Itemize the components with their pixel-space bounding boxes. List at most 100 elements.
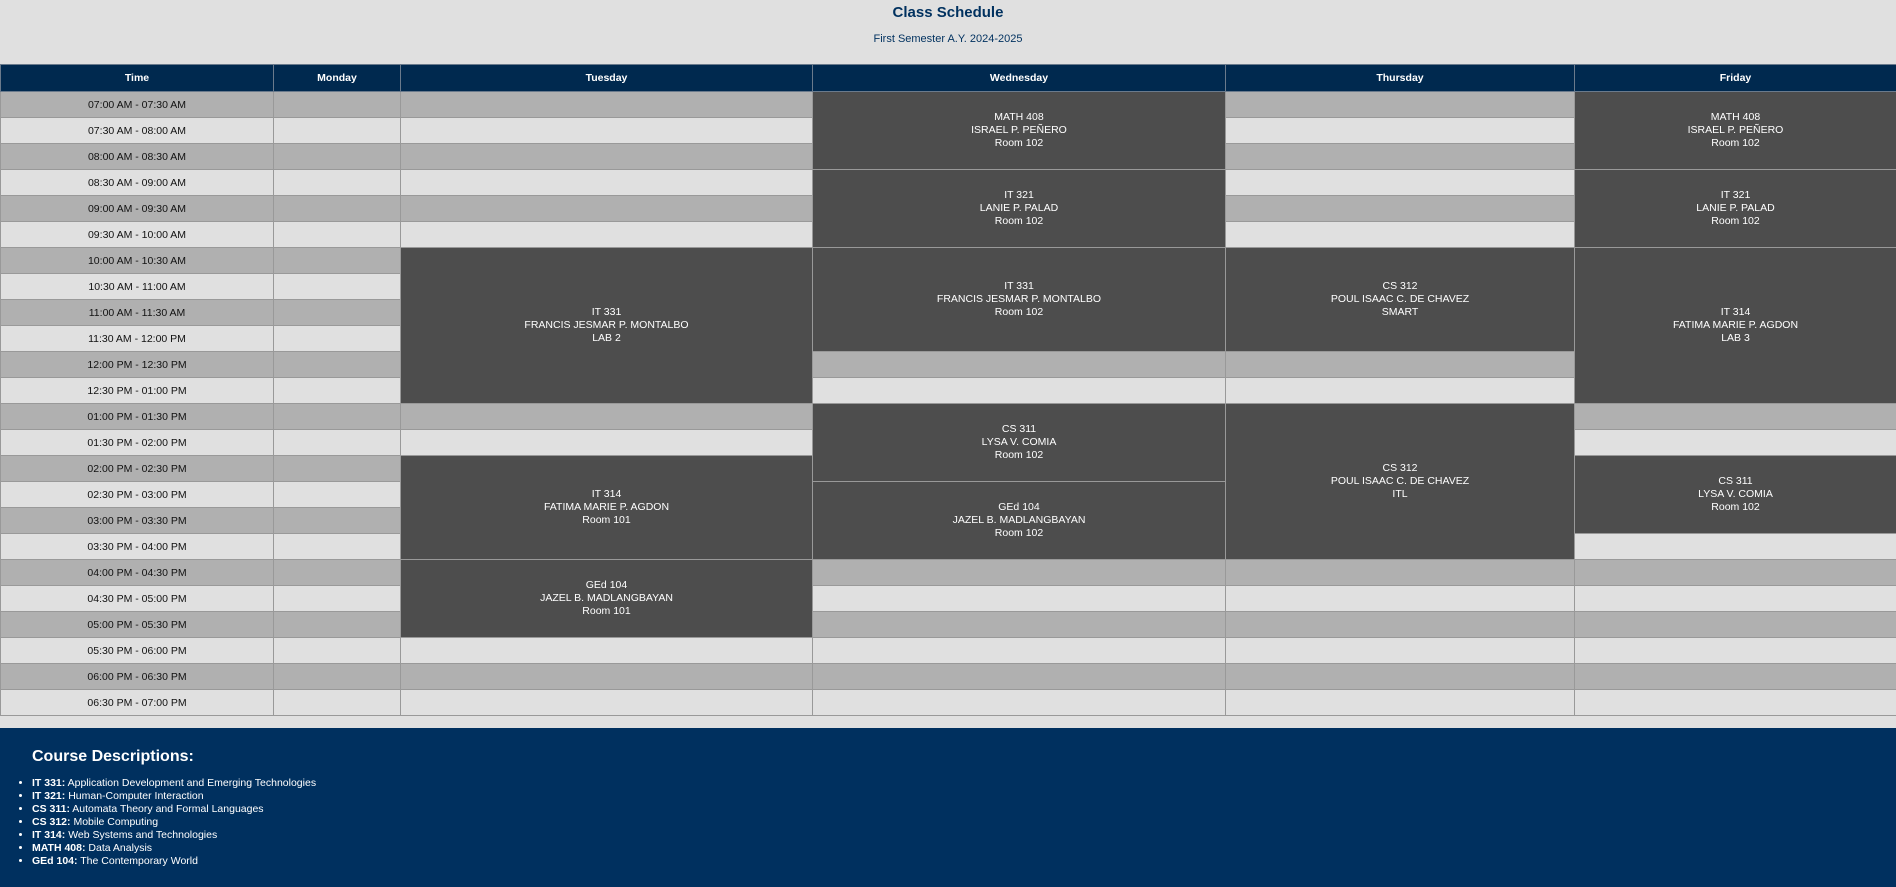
- course-description-item: CS 312: Mobile Computing: [32, 816, 316, 829]
- time-slot-label: 11:00 AM - 11:30 AM: [0, 299, 274, 326]
- empty-slot: [1574, 429, 1896, 456]
- empty-slot: [1574, 559, 1896, 586]
- empty-slot: [400, 429, 813, 456]
- empty-slot: [1225, 91, 1575, 118]
- column-header-wednesday: Wednesday: [812, 64, 1226, 92]
- empty-slot: [1225, 195, 1575, 222]
- time-slot-label: 07:00 AM - 07:30 AM: [0, 91, 274, 118]
- class-room: Room 101: [582, 514, 631, 526]
- class-instructor: FATIMA MARIE P. AGDON: [1672, 319, 1799, 331]
- course-descriptions-heading: Course Descriptions:: [32, 748, 194, 765]
- column-header-thursday: Thursday: [1225, 64, 1575, 92]
- class-instructor: FRANCIS JESMAR P. MONTALBO: [936, 293, 1102, 305]
- empty-slot: [1574, 637, 1896, 664]
- empty-slot: [273, 637, 401, 664]
- class-room: LAB 2: [592, 332, 621, 344]
- time-slot-label: 05:30 PM - 06:00 PM: [0, 637, 274, 664]
- course-description-item: GEd 104: The Contemporary World: [32, 855, 316, 868]
- empty-slot: [1574, 689, 1896, 716]
- empty-slot: [273, 585, 401, 612]
- empty-slot: [400, 117, 813, 144]
- course-code: GEd 104:: [32, 855, 78, 867]
- course-description-item: IT 314: Web Systems and Technologies: [32, 829, 316, 842]
- empty-slot: [273, 169, 401, 196]
- class-instructor: POUL ISAAC C. DE CHAVEZ: [1330, 293, 1470, 305]
- class-code: GEd 104: [585, 579, 628, 591]
- class-instructor: JAZEL B. MADLANGBAYAN: [540, 592, 673, 604]
- course-code: MATH 408:: [32, 842, 86, 854]
- empty-slot: [273, 299, 401, 326]
- empty-slot: [273, 325, 401, 352]
- time-slot-label: 01:00 PM - 01:30 PM: [0, 403, 274, 430]
- class-room: Room 102: [994, 306, 1044, 318]
- class-block: IT 331 FRANCIS JESMAR P. MONTALBO Room 102: [812, 247, 1226, 352]
- empty-slot: [1225, 689, 1575, 716]
- course-descriptions-panel: Course Descriptions: IT 331: Application…: [0, 728, 1896, 887]
- schedule-row: 05:30 PM - 06:00 PM: [0, 637, 1896, 664]
- empty-slot: [1225, 221, 1575, 248]
- empty-slot: [273, 663, 401, 690]
- time-slot-label: 05:00 PM - 05:30 PM: [0, 611, 274, 638]
- time-slot-label: 02:30 PM - 03:00 PM: [0, 481, 274, 508]
- class-instructor: LYSA V. COMIA: [981, 436, 1057, 448]
- course-code: IT 314:: [32, 829, 66, 841]
- course-name: Automata Theory and Formal Languages: [72, 803, 264, 815]
- course-code: CS 311:: [32, 803, 70, 815]
- class-instructor: ISRAEL P. PEÑERO: [1687, 124, 1784, 136]
- empty-slot: [1225, 611, 1575, 638]
- time-slot-label: 06:00 PM - 06:30 PM: [0, 663, 274, 690]
- empty-slot: [273, 507, 401, 534]
- course-description-item: MATH 408: Data Analysis: [32, 842, 316, 855]
- empty-slot: [273, 481, 401, 508]
- time-slot-label: 08:00 AM - 08:30 AM: [0, 143, 274, 170]
- empty-slot: [273, 533, 401, 560]
- page-subtitle: First Semester A.Y. 2024-2025: [873, 33, 1023, 45]
- time-slot-label: 12:00 PM - 12:30 PM: [0, 351, 274, 378]
- class-room: Room 102: [1711, 137, 1760, 149]
- class-code: CS 311: [1001, 423, 1037, 435]
- empty-slot: [812, 663, 1226, 690]
- class-block: IT 314 FATIMA MARIE P. AGDON Room 101: [400, 455, 813, 560]
- empty-slot: [1225, 143, 1575, 170]
- column-header-friday: Friday: [1574, 64, 1896, 92]
- class-block: IT 331 FRANCIS JESMAR P. MONTALBO LAB 2: [400, 247, 813, 404]
- schedule-row: 07:00 AM - 07:30 AM MATH 408 ISRAEL P. PEÑ…: [0, 91, 1896, 170]
- class-instructor: LANIE P. PALAD: [1696, 202, 1775, 214]
- schedule-table: Time Monday Tuesday Wednesday Thursday F…: [0, 64, 1896, 716]
- empty-slot: [400, 403, 813, 430]
- empty-slot: [273, 559, 401, 586]
- empty-slot: [812, 689, 1226, 716]
- empty-slot: [273, 351, 401, 378]
- course-description-item: CS 311: Automata Theory and Formal Langu…: [32, 803, 316, 816]
- course-name: Mobile Computing: [73, 816, 159, 828]
- schedule-row: 04:00 PM - 04:30 PM GEd 104 JAZEL B. MADLA…: [0, 559, 1896, 638]
- course-description-item: IT 331: Application Development and Emer…: [32, 777, 316, 790]
- class-instructor: FRANCIS JESMAR P. MONTALBO: [524, 319, 689, 331]
- course-name: Web Systems and Technologies: [68, 829, 218, 841]
- column-header-monday: Monday: [273, 64, 401, 92]
- empty-slot: [400, 195, 813, 222]
- class-instructor: LANIE P. PALAD: [979, 202, 1059, 214]
- time-slot-label: 01:30 PM - 02:00 PM: [0, 429, 274, 456]
- class-block: CS 312 POUL ISAAC C. DE CHAVEZ SMART: [1225, 247, 1575, 352]
- column-header-tuesday: Tuesday: [400, 64, 813, 92]
- class-code: MATH 408: [994, 111, 1044, 123]
- time-slot-label: 09:30 AM - 10:00 AM: [0, 221, 274, 248]
- class-code: IT 321: [1004, 189, 1034, 201]
- time-slot-label: 11:30 AM - 12:00 PM: [0, 325, 274, 352]
- time-slot-label: 12:30 PM - 01:00 PM: [0, 377, 274, 404]
- empty-slot: [400, 91, 813, 118]
- empty-slot: [400, 143, 813, 170]
- class-instructor: ISRAEL P. PEÑERO: [971, 124, 1067, 136]
- class-instructor: JAZEL B. MADLANGBAYAN: [952, 514, 1086, 526]
- time-slot-label: 04:00 PM - 04:30 PM: [0, 559, 274, 586]
- class-room: Room 102: [994, 137, 1044, 149]
- course-name: Data Analysis: [88, 842, 153, 854]
- empty-slot: [1225, 637, 1575, 664]
- empty-slot: [1574, 403, 1896, 430]
- class-block: CS 311 LYSA V. COMIA Room 102: [812, 403, 1226, 482]
- time-slot-label: 03:30 PM - 04:00 PM: [0, 533, 274, 560]
- schedule-row: 10:00 AM - 10:30 AM IT 331 FRANCIS JESMAR …: [0, 247, 1896, 404]
- empty-slot: [273, 247, 401, 274]
- class-room: Room 102: [1711, 215, 1760, 227]
